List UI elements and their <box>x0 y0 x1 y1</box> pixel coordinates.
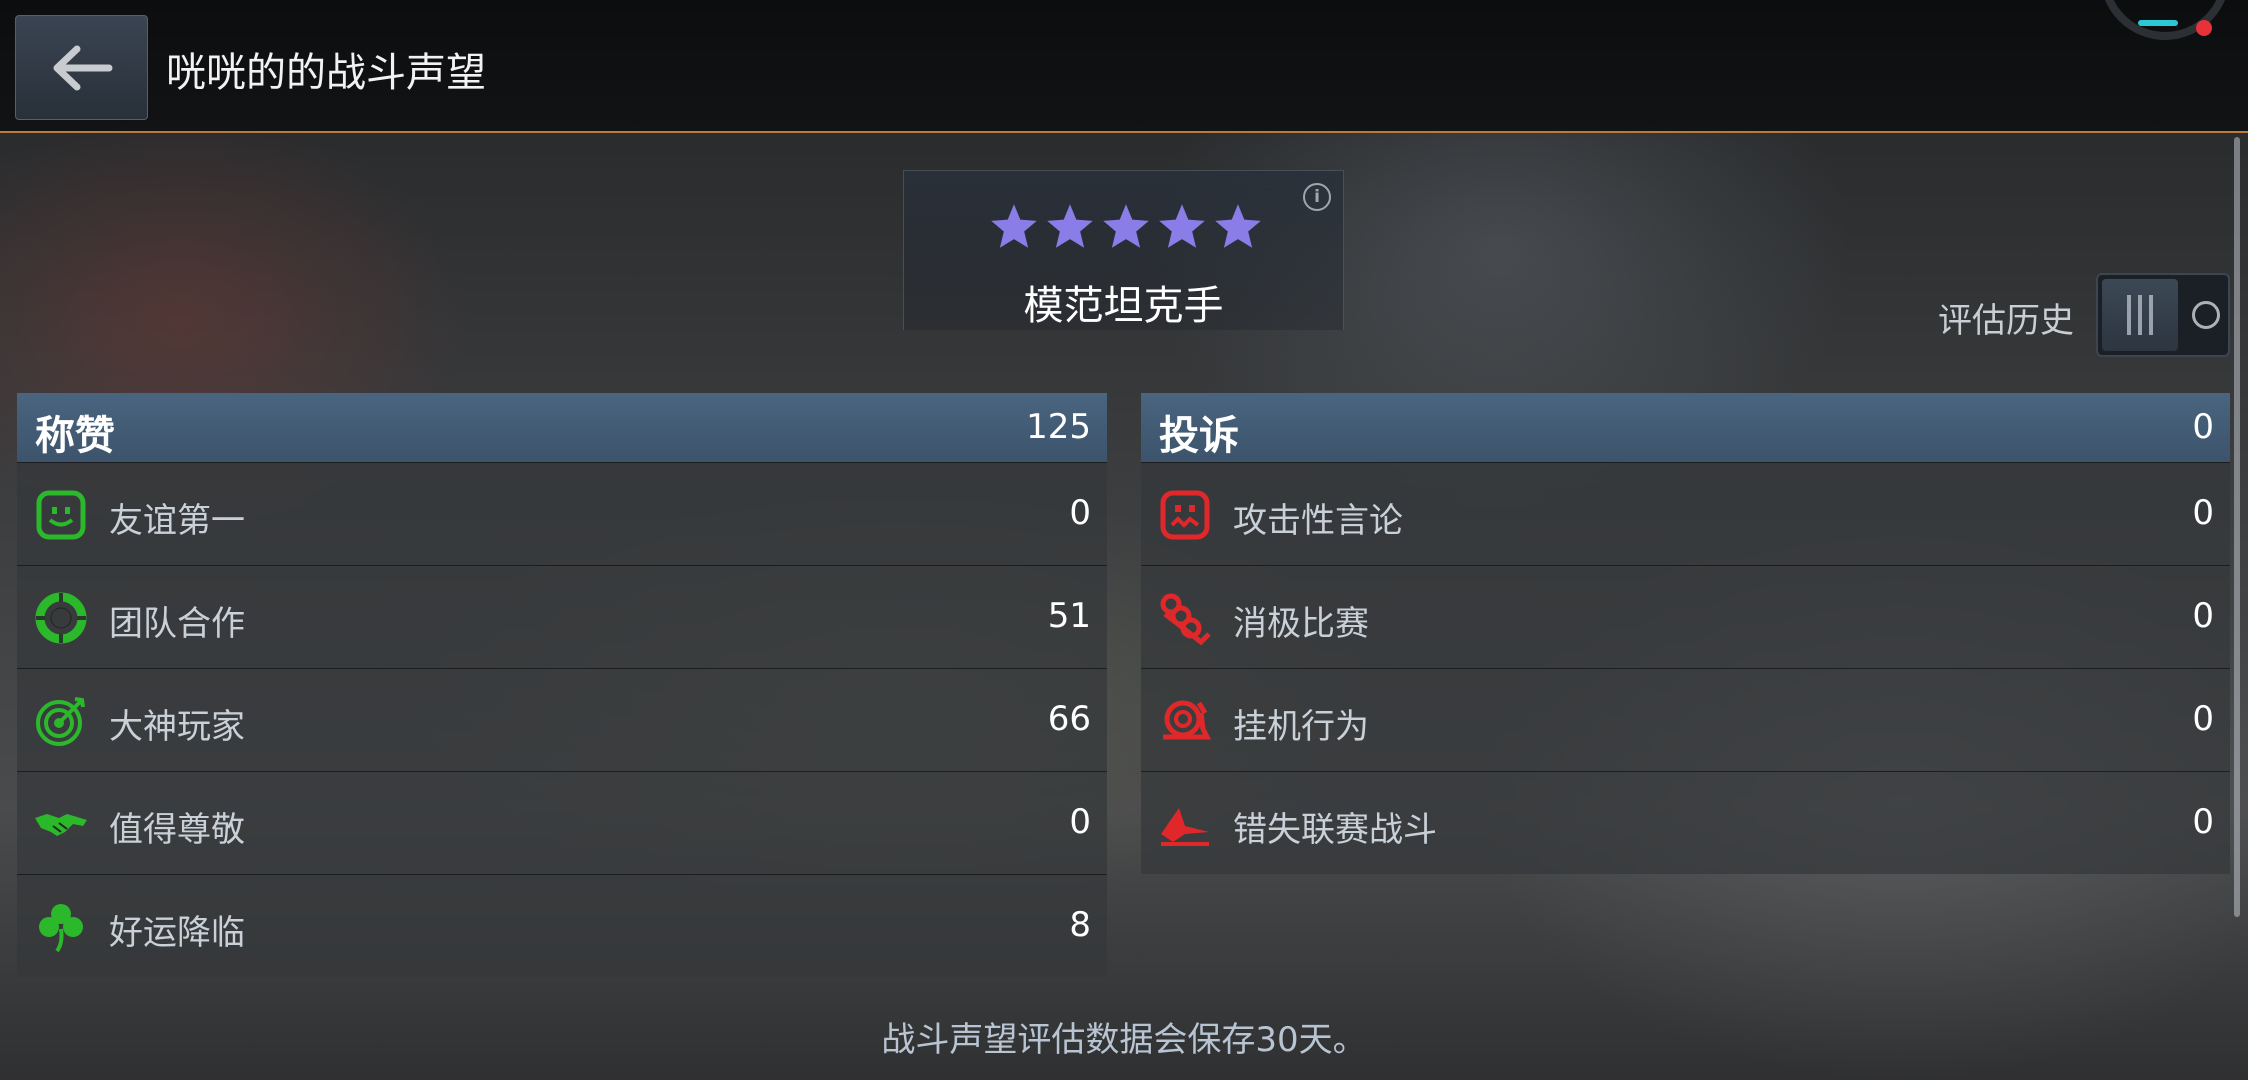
smile-face-icon <box>36 490 86 540</box>
top-bar: 咣咣的的战斗声望 <box>0 0 2248 133</box>
info-icon[interactable]: i <box>1303 183 1331 211</box>
star-icon <box>1047 204 1093 248</box>
complaints-header: 投诉 0 <box>1141 393 2230 462</box>
star-icon <box>1103 204 1149 248</box>
snail-icon <box>1163 700 1212 740</box>
target-icon <box>36 697 85 746</box>
history-label: 评估历史 <box>1938 301 2074 341</box>
complaints-total: 0 <box>2192 407 2214 447</box>
complaint-label: 消极比赛 <box>1233 604 1369 644</box>
complaint-count: 0 <box>2192 699 2214 739</box>
praise-row-luck: 好运降临 8 <box>17 874 1107 977</box>
praise-panel: 称赞 125 友谊第一 0 团队合作 51 大神玩家 66 值得尊敬 0 好运降… <box>17 393 1107 977</box>
history-toggle[interactable] <box>2096 273 2230 357</box>
praise-label: 大神玩家 <box>109 707 245 747</box>
praise-row-respect: 值得尊敬 0 <box>17 771 1107 874</box>
star-icon <box>1159 204 1205 248</box>
praise-count: 51 <box>1047 596 1091 636</box>
complaint-label: 挂机行为 <box>1233 707 1369 747</box>
praise-label: 值得尊敬 <box>109 810 245 850</box>
praise-count: 0 <box>1069 802 1091 842</box>
handshake-icon <box>35 814 87 836</box>
notification-dot <box>2196 20 2212 36</box>
back-button[interactable] <box>15 15 148 120</box>
complaints-panel: 投诉 0 攻击性言论 0 消极比赛 0 挂机行为 0 错失联赛战斗 0 <box>1141 393 2230 874</box>
missed-plane-icon <box>1161 808 1209 846</box>
arrow-left-icon <box>53 45 112 90</box>
star-rating <box>988 201 1264 253</box>
clover-icon <box>39 904 83 953</box>
angry-face-icon <box>1160 490 1210 540</box>
complaint-count: 0 <box>2192 493 2214 533</box>
complaint-label: 错失联赛战斗 <box>1233 810 1437 850</box>
reputation-rating: i 模范坦克手 <box>903 170 1344 330</box>
page-title: 咣咣的的战斗声望 <box>166 50 486 96</box>
praise-row-friendship: 友谊第一 0 <box>17 462 1107 565</box>
complaint-count: 0 <box>2192 802 2214 842</box>
complaint-row-offensive: 攻击性言论 0 <box>1141 462 2230 565</box>
praise-label: 团队合作 <box>109 604 245 644</box>
praise-title: 称赞 <box>35 413 115 459</box>
complaint-count: 0 <box>2192 596 2214 636</box>
brass-knuckles-icon <box>1160 593 1211 646</box>
lifebuoy-icon <box>35 592 87 644</box>
praise-row-great-player: 大神玩家 66 <box>17 668 1107 771</box>
complaint-row-passive: 消极比赛 0 <box>1141 565 2230 668</box>
complaint-label: 攻击性言论 <box>1233 501 1403 541</box>
toggle-knob[interactable] <box>2102 279 2178 351</box>
star-icon <box>1215 204 1261 248</box>
toggle-off-icon <box>2192 301 2220 329</box>
scrollbar[interactable] <box>2234 137 2240 917</box>
star-icon <box>991 204 1037 248</box>
praise-count: 0 <box>1069 493 1091 533</box>
praise-count: 8 <box>1069 905 1091 945</box>
retention-note: 战斗声望评估数据会保存30天。 <box>881 1020 1367 1060</box>
praise-label: 友谊第一 <box>109 501 245 541</box>
complaint-row-afk: 挂机行为 0 <box>1141 668 2230 771</box>
praise-label: 好运降临 <box>109 913 245 953</box>
rating-title: 模范坦克手 <box>1023 283 1224 329</box>
praise-total: 125 <box>1026 407 1091 447</box>
complaint-row-missed-battle: 错失联赛战斗 0 <box>1141 771 2230 874</box>
praise-count: 66 <box>1047 699 1091 739</box>
praise-row-teamwork: 团队合作 51 <box>17 565 1107 668</box>
praise-header: 称赞 125 <box>17 393 1107 462</box>
complaints-title: 投诉 <box>1159 413 1239 459</box>
